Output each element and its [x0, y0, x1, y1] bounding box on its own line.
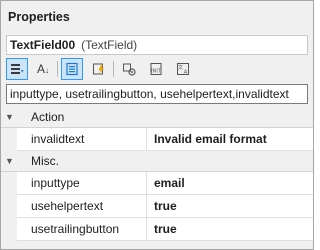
property-name: usehelpertext — [17, 195, 147, 217]
property-row[interactable]: inputtype email — [1, 172, 313, 195]
object-name: TextField00 — [10, 38, 76, 52]
alphabetical-icon: A↓ — [36, 62, 49, 76]
category-label: Misc. — [31, 154, 59, 168]
panel-header: Properties — [1, 1, 313, 33]
events-button[interactable] — [88, 58, 110, 80]
property-row[interactable]: invalidtext Invalid email format — [1, 128, 313, 151]
property-row[interactable]: usehelpertext true — [1, 195, 313, 218]
svg-text:A: A — [184, 70, 188, 76]
panel-title: Properties — [8, 10, 70, 24]
property-value[interactable]: true — [147, 218, 313, 240]
property-value[interactable]: email — [147, 172, 313, 194]
categorized-button[interactable] — [6, 58, 28, 80]
categorized-icon — [11, 64, 24, 74]
toolbar-separator — [57, 61, 58, 77]
row-gutter — [1, 128, 17, 151]
property-filter-input[interactable]: inputtype, usetrailingbutton, usehelpert… — [6, 84, 308, 104]
row-gutter — [1, 195, 17, 218]
property-name: inputtype — [17, 172, 147, 194]
localize-button[interactable]: 文 A — [172, 58, 194, 80]
property-name: usetrailingbutton — [17, 218, 147, 240]
toolbar-separator — [113, 61, 114, 77]
property-grid: ▼ Action invalidtext Invalid email forma… — [1, 107, 313, 249]
init-button[interactable]: INIT — [145, 58, 167, 80]
grid-empty-area — [1, 241, 313, 249]
events-icon — [93, 63, 104, 75]
alphabetical-button[interactable]: A↓ — [32, 58, 54, 80]
behaviors-button[interactable] — [118, 58, 140, 80]
category-action[interactable]: ▼ Action — [1, 107, 313, 128]
row-gutter — [1, 172, 17, 195]
object-type: (TextField) — [81, 38, 138, 52]
row-gutter — [1, 218, 17, 241]
property-value[interactable]: true — [147, 195, 313, 217]
properties-icon — [66, 62, 78, 76]
svg-text:文: 文 — [178, 64, 183, 71]
svg-text:INIT: INIT — [151, 69, 162, 75]
properties-button[interactable] — [61, 58, 83, 80]
category-misc[interactable]: ▼ Misc. — [1, 151, 313, 172]
collapse-icon[interactable]: ▼ — [5, 111, 14, 123]
property-name: invalidtext — [17, 128, 147, 150]
object-selector[interactable]: TextField00 (TextField) — [6, 35, 308, 55]
property-value[interactable]: Invalid email format — [147, 128, 313, 150]
properties-panel: Properties TextField00 (TextField) A↓ IN… — [0, 0, 314, 250]
behaviors-icon — [123, 63, 136, 76]
category-label: Action — [31, 110, 65, 124]
localize-icon: 文 A — [177, 63, 189, 76]
properties-toolbar: A↓ INIT 文 A — [4, 58, 310, 82]
property-row[interactable]: usetrailingbutton true — [1, 218, 313, 241]
init-icon: INIT — [150, 63, 162, 75]
collapse-icon[interactable]: ▼ — [5, 155, 14, 167]
